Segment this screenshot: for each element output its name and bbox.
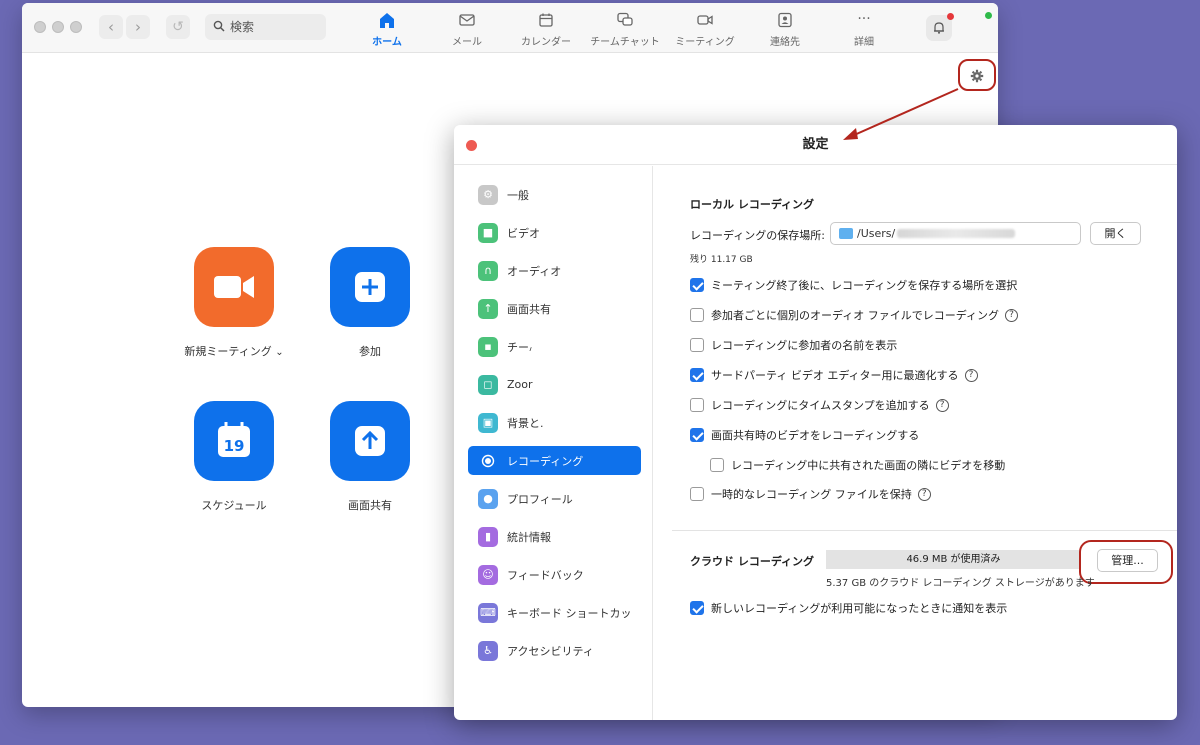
annotation-arrow: [843, 88, 959, 140]
